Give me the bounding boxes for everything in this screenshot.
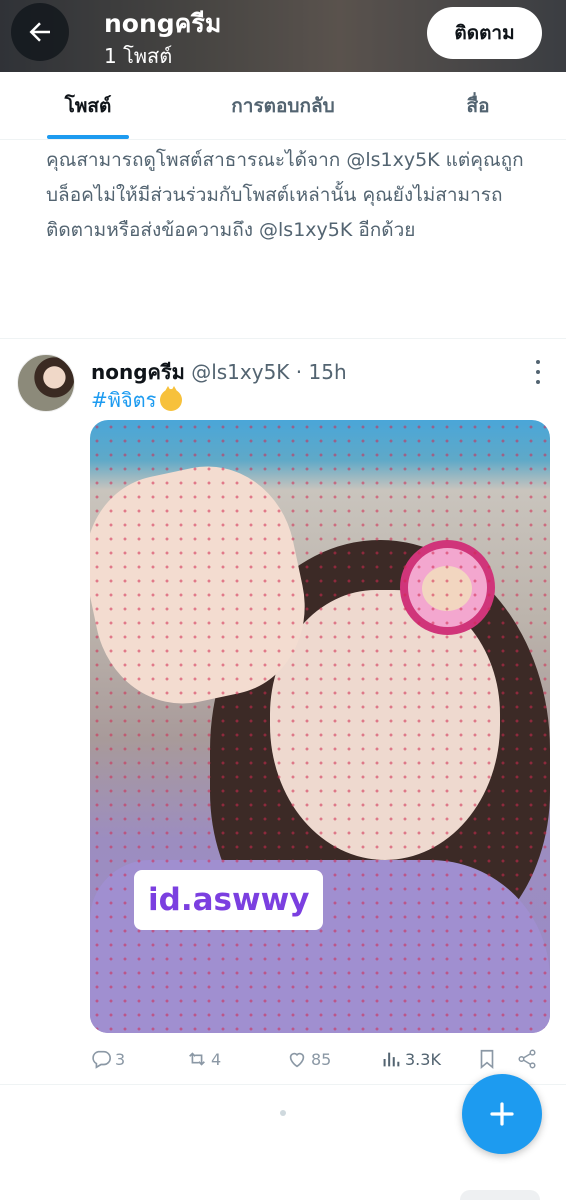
dot-filter-overlay bbox=[90, 420, 550, 1033]
post-media-image[interactable]: id.aswwy bbox=[90, 420, 550, 1033]
cat-emoji-icon bbox=[160, 386, 183, 411]
like-count: 85 bbox=[311, 1049, 332, 1069]
tab-posts-label: โพสต์ bbox=[64, 94, 112, 117]
like-icon bbox=[289, 1052, 305, 1068]
views-button[interactable]: 3.3K bbox=[380, 1044, 441, 1074]
loading-dot bbox=[280, 1110, 286, 1116]
reply-count: 3 bbox=[115, 1049, 126, 1069]
media-caption-label: id.aswwy bbox=[134, 870, 324, 930]
follow-button[interactable]: ติดตาม bbox=[427, 7, 542, 59]
post-text: #พิจิตร bbox=[91, 384, 183, 416]
compose-button[interactable] bbox=[462, 1074, 542, 1154]
post-handle[interactable]: @ls1xy5K bbox=[191, 360, 289, 384]
avatar[interactable] bbox=[17, 354, 75, 412]
views-count: 3.3K bbox=[405, 1049, 441, 1069]
share-button[interactable] bbox=[516, 1044, 541, 1074]
compose-icon bbox=[490, 1102, 514, 1126]
tab-media[interactable]: สื่อ bbox=[390, 72, 566, 139]
tab-posts[interactable]: โพสต์ bbox=[0, 72, 176, 139]
back-button[interactable] bbox=[11, 3, 69, 61]
tab-media-label: สื่อ bbox=[466, 94, 490, 117]
profile-tabs: โพสต์ การตอบกลับ สื่อ bbox=[0, 72, 566, 140]
blocked-notice: คุณสามารถดูโพสต์สาธารณะได้จาก @ls1xy5K แ… bbox=[46, 149, 524, 241]
like-button[interactable]: 85 bbox=[286, 1044, 331, 1074]
retweet-count: 4 bbox=[211, 1049, 222, 1069]
tab-replies-label: การตอบกลับ bbox=[231, 94, 335, 117]
post-display-name[interactable]: nongครีม bbox=[91, 360, 185, 384]
active-tab-indicator bbox=[47, 135, 129, 139]
post-actions: 3 4 85 3.3K bbox=[90, 1044, 550, 1074]
post-count: 1 โพสต์ bbox=[104, 44, 173, 68]
bottom-edge bbox=[460, 1190, 540, 1200]
retweet-icon bbox=[189, 1052, 205, 1066]
share-icon bbox=[518, 1049, 536, 1069]
tab-replies[interactable]: การตอบกลับ bbox=[176, 72, 390, 139]
profile-header: nongครีม 1 โพสต์ ติดตาม bbox=[0, 0, 566, 72]
retweet-button[interactable]: 4 bbox=[186, 1044, 221, 1074]
post-time[interactable]: 15h bbox=[309, 360, 347, 384]
bookmark-icon bbox=[480, 1049, 494, 1070]
post-separator: · bbox=[295, 360, 303, 384]
profile-name: nongครีม bbox=[104, 9, 222, 38]
reply-icon bbox=[92, 1050, 111, 1069]
more-icon[interactable] bbox=[533, 360, 543, 384]
hashtag-link[interactable]: #พิจิตร bbox=[91, 388, 156, 412]
bookmark-button[interactable] bbox=[476, 1044, 501, 1074]
views-icon bbox=[383, 1052, 400, 1067]
divider bbox=[0, 338, 566, 339]
back-arrow-icon bbox=[29, 22, 50, 42]
reply-button[interactable]: 3 bbox=[90, 1044, 125, 1074]
